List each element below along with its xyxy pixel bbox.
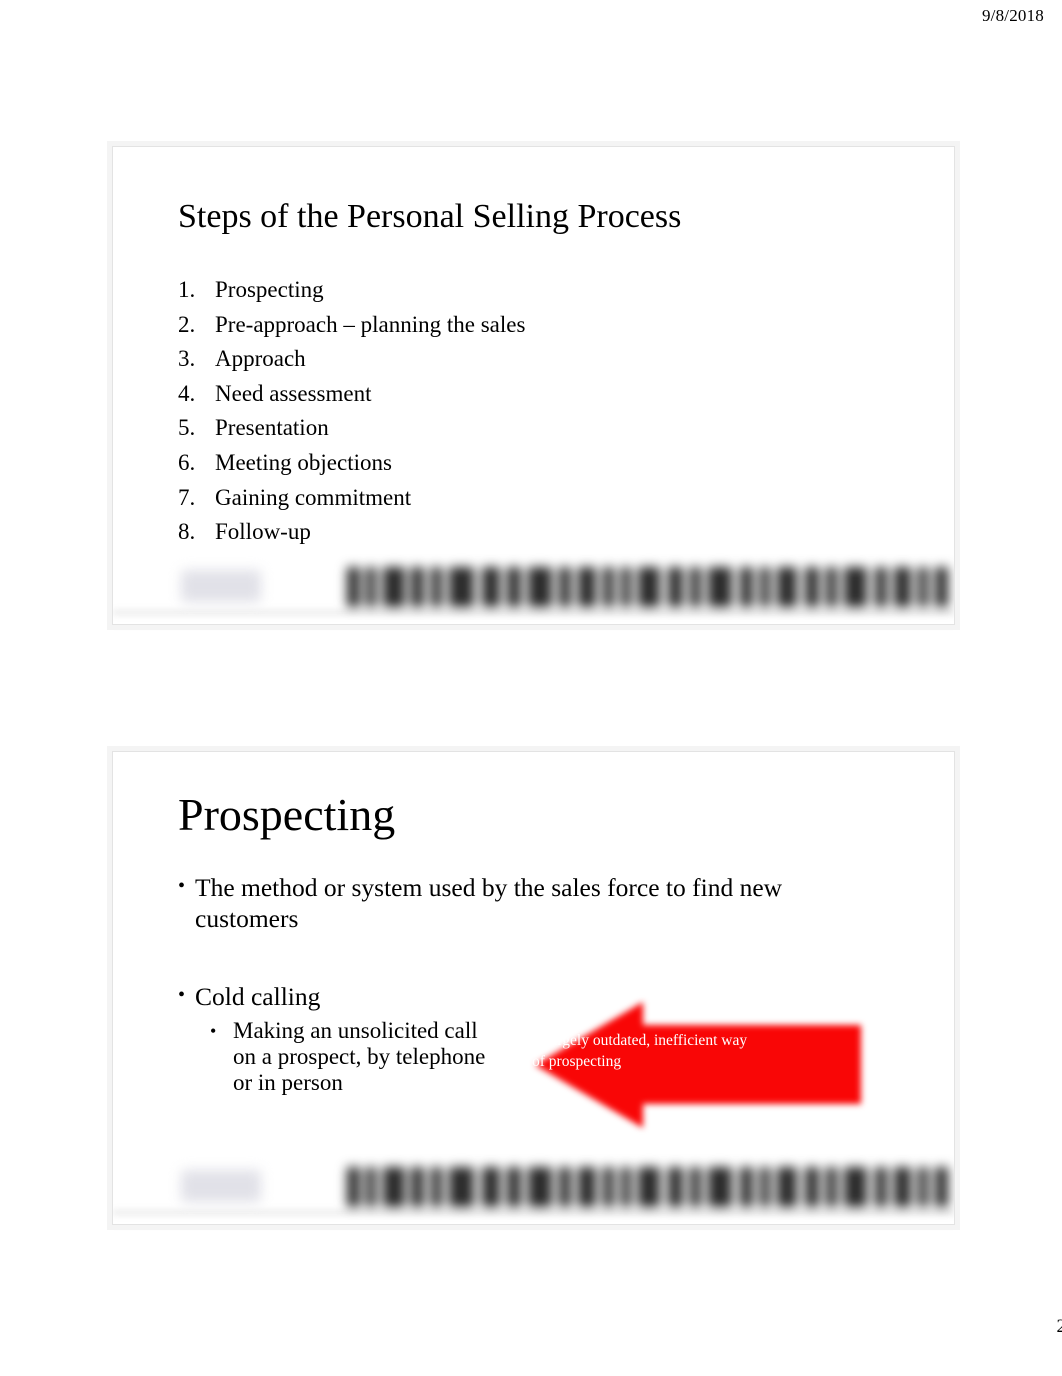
bullet-dot-icon: • bbox=[178, 984, 186, 1006]
list-item: 6. Meeting objections bbox=[178, 446, 818, 481]
list-item-number: 4. bbox=[178, 380, 196, 406]
footer-logo-redacted bbox=[181, 1170, 261, 1202]
list-item-number: 1. bbox=[178, 277, 196, 302]
list-item: 4. Need assessment bbox=[178, 377, 818, 412]
slide-1-body: Steps of the Personal Selling Process 1.… bbox=[113, 147, 954, 624]
list-item-number: 8. bbox=[178, 519, 196, 545]
list-item-number: 7. bbox=[178, 484, 196, 510]
slide-2-footer-band bbox=[113, 1158, 954, 1224]
page-number: 2 bbox=[1056, 1316, 1062, 1337]
list-item-label: Meeting objections bbox=[215, 449, 392, 475]
list-item-label: Approach bbox=[215, 346, 306, 372]
arrow-callout-text: A largely outdated, inefficient way of p… bbox=[532, 1032, 748, 1070]
list-item: 1. Prospecting bbox=[178, 273, 818, 308]
slide-1-footer-band bbox=[113, 558, 954, 624]
list-item: 5. Presentation bbox=[178, 411, 818, 446]
list-item-number: 3. bbox=[178, 346, 196, 372]
list-item: 3. Approach bbox=[178, 342, 818, 377]
sub-bullet-item: • Making an unsolicited call on a prospec… bbox=[178, 1018, 498, 1096]
page-date: 9/8/2018 bbox=[981, 6, 1044, 25]
footer-text-redacted bbox=[345, 563, 950, 611]
bullet-label: The method or system used by the sales f… bbox=[195, 873, 783, 933]
list-item-number: 5. bbox=[178, 415, 196, 441]
list-item-label: Gaining commitment bbox=[215, 484, 412, 510]
slide-2-body: Prospecting • The method or system used b… bbox=[113, 752, 954, 1224]
sub-bullet-label: Making an unsolicited call on a prospect… bbox=[233, 1018, 486, 1095]
slide-prospecting[interactable]: Prospecting • The method or system used b… bbox=[112, 751, 955, 1225]
footer-logo-redacted bbox=[181, 570, 261, 602]
bullet-spacer bbox=[178, 934, 878, 981]
list-item-label: Pre-approach – planning the sales bbox=[215, 311, 526, 337]
list-item-label: Prospecting bbox=[215, 277, 324, 302]
selling-process-steps-list: 1. Prospecting 2. Pre-approach – planning … bbox=[178, 273, 818, 550]
list-item-label: Presentation bbox=[215, 415, 329, 441]
list-item-number: 2. bbox=[178, 311, 196, 337]
list-item: 7. Gaining commitment bbox=[178, 481, 818, 516]
slide-1-title: Steps of the Personal Selling Process bbox=[178, 198, 682, 235]
bullet-item: • The method or system used by the sales … bbox=[178, 872, 878, 934]
slide-steps-of-personal-selling-process[interactable]: Steps of the Personal Selling Process 1.… bbox=[112, 146, 955, 625]
bullet-dot-icon: • bbox=[178, 875, 186, 897]
footer-text-redacted bbox=[345, 1163, 950, 1211]
bullet-label: Cold calling bbox=[195, 982, 321, 1011]
list-item-number: 6. bbox=[178, 449, 196, 475]
sub-bullet-dot-icon: • bbox=[210, 1021, 217, 1041]
slide-2-title: Prospecting bbox=[178, 789, 396, 840]
list-item-label: Need assessment bbox=[215, 380, 372, 406]
list-item: 2. Pre-approach – planning the sales bbox=[178, 308, 818, 343]
list-item-label: Follow-up bbox=[215, 519, 311, 545]
list-item: 8. Follow-up bbox=[178, 515, 818, 550]
